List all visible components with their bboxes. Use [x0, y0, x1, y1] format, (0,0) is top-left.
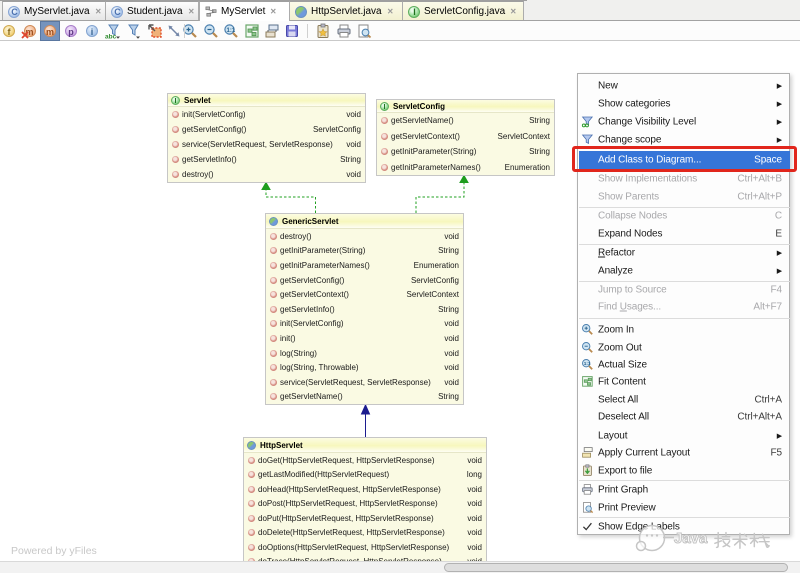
- svg-text:abc: abc: [105, 34, 117, 40]
